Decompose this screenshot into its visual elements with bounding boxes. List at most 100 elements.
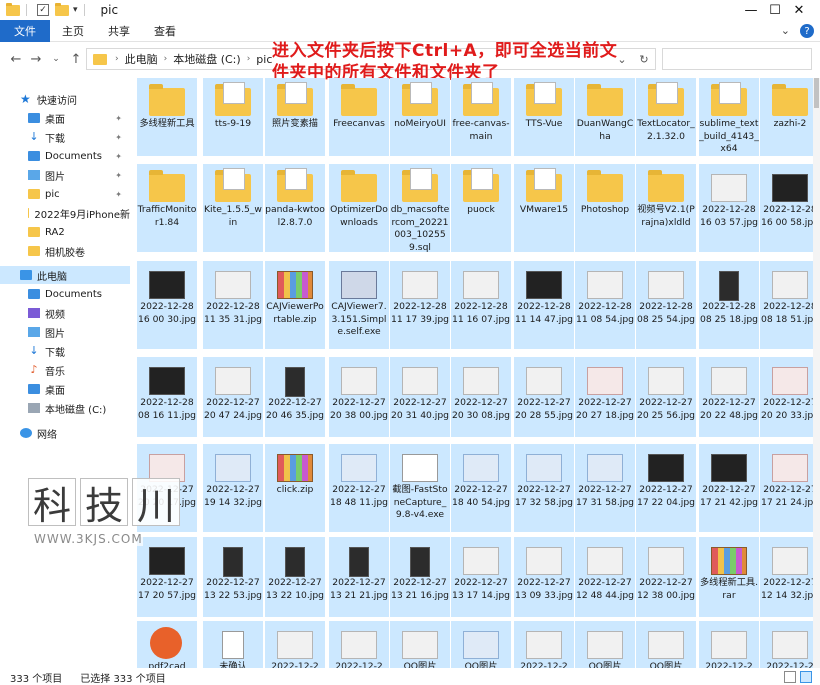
tab-view[interactable]: 查看 (142, 20, 188, 42)
folder-item[interactable]: Photoshop (575, 164, 635, 252)
scrollbar-thumb[interactable] (814, 78, 819, 108)
breadcrumb-local-disk[interactable]: 本地磁盘 (C:) (173, 51, 240, 67)
folder-item[interactable]: 视频号V2.1(Prajna)xldld (636, 164, 696, 252)
nav-item-videos[interactable]: 视频 (0, 304, 130, 322)
folder-item[interactable]: Kite_1.5.5_win (203, 164, 263, 252)
nav-item-ra2[interactable]: RA2 (0, 223, 130, 241)
folder-item[interactable]: zazhi-2 (760, 78, 813, 156)
file-item[interactable]: 2022-12-27 20 25 56.jpg (636, 357, 696, 437)
forward-icon[interactable]: → (26, 52, 46, 67)
file-item[interactable]: 2022-12-27 12 48 44.jpg (575, 537, 635, 617)
folder-item[interactable]: tts-9-19 (203, 78, 263, 156)
folder-item[interactable]: TextLocator_2.1.32.0 (636, 78, 696, 156)
up-icon[interactable]: ↑ (66, 52, 86, 67)
file-item[interactable]: pdf2cad (137, 621, 197, 668)
file-item[interactable]: 2022-12-28 16 03 57.jpg (699, 164, 759, 252)
file-item[interactable]: 2022-12-27 20 38 00.jpg (329, 357, 389, 437)
nav-item-downloads[interactable]: ↓ 下载 ✦ (0, 128, 130, 146)
details-view-icon[interactable] (784, 671, 796, 683)
folder-item[interactable]: db_macsoftercom_20221003_102559.sql (390, 164, 450, 252)
nav-item-iphone-folder[interactable]: 2022年9月iPhone新 (0, 204, 130, 222)
file-item[interactable]: QQ图片 (390, 621, 450, 668)
nav-item-music[interactable]: ♪ 音乐 (0, 361, 130, 379)
file-item[interactable]: 2022-12-27 20 28 55.jpg (514, 357, 574, 437)
file-item[interactable]: 2022-12-27 17 22 04.jpg (636, 444, 696, 532)
refresh-icon[interactable]: ↻ (633, 53, 655, 66)
nav-item-camera-roll[interactable]: 相机胶卷 (0, 242, 130, 260)
file-item[interactable]: 2022-12-27 20 31 40.jpg (390, 357, 450, 437)
file-item[interactable]: 2022-12-28 11 17 39.jpg (390, 261, 450, 349)
file-item[interactable]: 2022-12-27 17 32 58.jpg (514, 444, 574, 532)
folder-item[interactable]: noMeiryoUI (390, 78, 450, 156)
folder-item[interactable]: 多线程新工具 (137, 78, 197, 156)
file-item[interactable]: 多线程新工具.rar (699, 537, 759, 617)
close-button[interactable]: ✕ (776, 0, 820, 20)
folder-item[interactable]: Freecanvas (329, 78, 389, 156)
folder-item[interactable]: puock (451, 164, 511, 252)
file-item[interactable]: 2022-12-27 20 46 35.jpg (265, 357, 325, 437)
breadcrumb-pic[interactable]: pic (256, 53, 272, 66)
file-item[interactable]: QQ图片 (451, 621, 511, 668)
file-item[interactable]: QQ图片 (636, 621, 696, 668)
search-input[interactable] (662, 48, 812, 70)
file-item[interactable]: 2022-12-28 16 00 30.jpg (137, 261, 197, 349)
file-item[interactable]: 2022-12-27 12 38 00.jpg (636, 537, 696, 617)
properties-icon[interactable]: ✓ (37, 4, 49, 16)
file-item[interactable]: 2022-12-27 20 22 48.jpg (699, 357, 759, 437)
nav-item-local-disk[interactable]: 本地磁盘 (C:) (0, 399, 130, 417)
file-item[interactable]: QQ图片 (575, 621, 635, 668)
file-item[interactable]: 2022-12-28 11 35 31.jpg (203, 261, 263, 349)
folder-item[interactable]: panda-kwtool2.8.7.0 (265, 164, 325, 252)
file-item[interactable]: 2022-12-28 08 25 54.jpg (636, 261, 696, 349)
nav-item-pc-downloads[interactable]: ↓ 下载 (0, 342, 130, 360)
folder-item[interactable]: VMware15 (514, 164, 574, 252)
file-item[interactable]: 2022-12-2 (329, 621, 389, 668)
file-item[interactable]: 2022-12-28 11 16 07.jpg (451, 261, 511, 349)
help-icon[interactable]: ? (800, 24, 814, 38)
nav-item-pictures[interactable]: 图片 ✦ (0, 166, 130, 184)
nav-item-documents[interactable]: Documents ✦ (0, 147, 130, 165)
nav-item-pc-pictures[interactable]: 图片 (0, 323, 130, 341)
file-item[interactable]: 2022-12-28 08 18 51.jpg (760, 261, 813, 349)
file-item[interactable]: 2022-12-27 19 14 32.jpg (203, 444, 263, 532)
nav-this-pc[interactable]: 此电脑 (0, 266, 130, 284)
folder-item[interactable]: OptimizerDownloads (329, 164, 389, 252)
file-item[interactable]: 2022-12-27 18 48 11.jpg (329, 444, 389, 532)
file-item[interactable]: 2022-12-28 08 16 11.jpg (137, 357, 197, 437)
file-item[interactable]: 2022-12-2 (514, 621, 574, 668)
nav-network[interactable]: 网络 (0, 424, 130, 442)
file-item[interactable]: 2022-12-27 20 47 24.jpg (203, 357, 263, 437)
file-item[interactable]: 2022-12-28 08 25 18.jpg (699, 261, 759, 349)
recent-locations-icon[interactable]: ⌄ (46, 54, 66, 64)
file-item[interactable]: 2022-12-27 18 40 54.jpg (451, 444, 511, 532)
file-item[interactable]: CAJViewerPortable.zip (265, 261, 325, 349)
folder-item[interactable]: sublime_text_build_4143_x64 (699, 78, 759, 156)
file-item[interactable]: 2022-12-27 13 21 16.jpg (390, 537, 450, 617)
file-item[interactable]: 2022-12-27 13 22 10.jpg (265, 537, 325, 617)
quick-access-toolbar-dropdown-icon[interactable]: ▾ (73, 5, 78, 15)
nav-item-pc-desktop[interactable]: 桌面 (0, 380, 130, 398)
file-item[interactable]: 2022-12-28 16 00 58.jpg (760, 164, 813, 252)
large-icons-view-icon[interactable] (800, 671, 812, 683)
folder-item[interactable]: 照片变素描 (265, 78, 325, 156)
file-item[interactable]: 2022-12-27 13 21 21.jpg (329, 537, 389, 617)
tab-home[interactable]: 主页 (50, 20, 96, 42)
file-item[interactable]: 2022-12-2 (760, 621, 813, 668)
file-item[interactable]: 2022-12-27 17 31 58.jpg (575, 444, 635, 532)
file-item[interactable]: CAJViewer7.3.151.Simple.self.exe (329, 261, 389, 349)
tab-file[interactable]: 文件 (0, 19, 50, 42)
file-item[interactable]: 2022-12-28 11 14 47.jpg (514, 261, 574, 349)
file-item[interactable]: 2022-12-27 13 22 53.jpg (203, 537, 263, 617)
chevron-right-icon[interactable]: › (164, 54, 168, 64)
vertical-scrollbar[interactable] (813, 78, 820, 668)
file-item[interactable]: 2022-12-28 11 08 54.jpg (575, 261, 635, 349)
file-item[interactable]: 2022-12-27 17 21 42.jpg (699, 444, 759, 532)
nav-item-desktop[interactable]: 桌面 ✦ (0, 109, 130, 127)
expand-ribbon-icon[interactable]: ⌄ (781, 24, 790, 38)
nav-quick-access[interactable]: ★ 快速访问 (0, 90, 130, 108)
back-icon[interactable]: ← (6, 52, 26, 67)
folder-item[interactable]: TTS-Vue (514, 78, 574, 156)
file-item[interactable]: 2022-12-27 13 09 33.jpg (514, 537, 574, 617)
file-item[interactable]: 2022-12-27 12 14 32.jpg (760, 537, 813, 617)
file-item[interactable]: 2022-12-27 20 27 18.jpg (575, 357, 635, 437)
